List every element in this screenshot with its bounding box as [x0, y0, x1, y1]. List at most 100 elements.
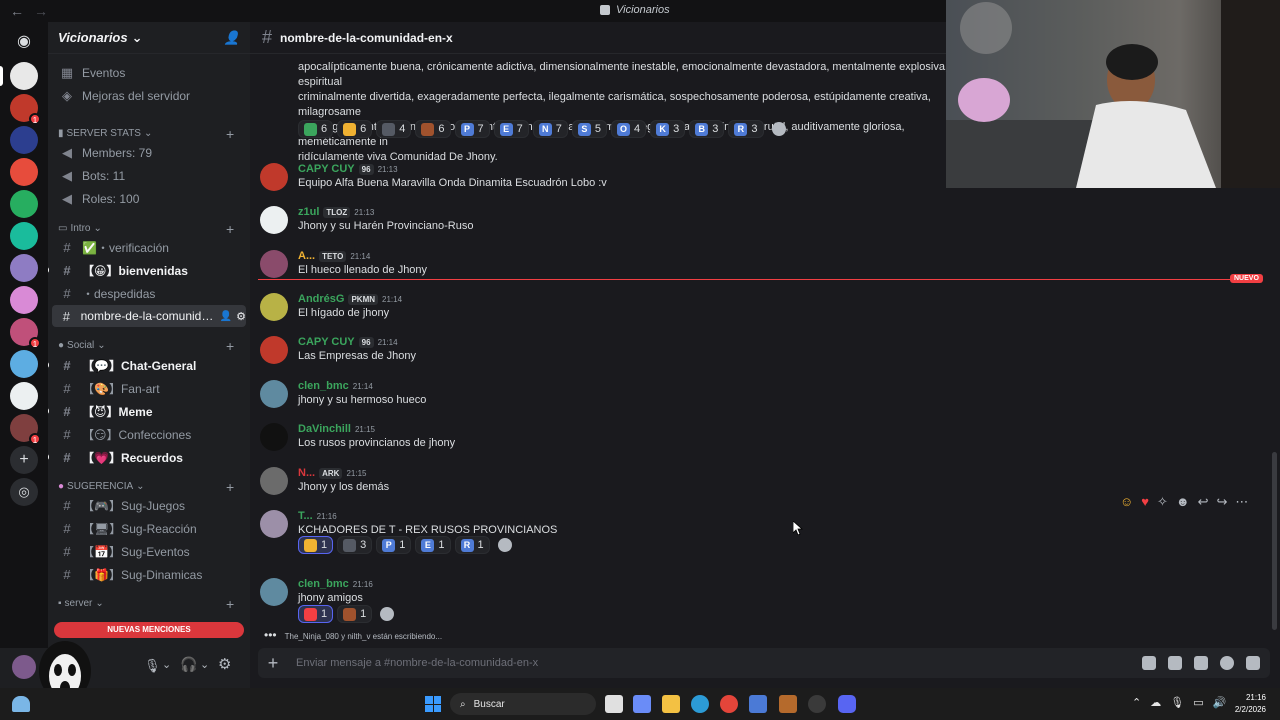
store-icon[interactable] [749, 695, 767, 713]
apps-icon[interactable] [1246, 656, 1260, 670]
custom-emoji-icon[interactable]: ✧ [1157, 494, 1168, 510]
user-avatar[interactable] [260, 578, 288, 606]
username[interactable]: A... [298, 250, 315, 262]
chevron-down-icon[interactable]: ⌄ [162, 658, 171, 671]
add-member-icon[interactable]: 👤 [224, 30, 240, 46]
gift-icon[interactable] [1142, 656, 1156, 670]
message-input[interactable] [296, 657, 1142, 669]
reaction-chip[interactable]: R1 [454, 536, 490, 554]
guild-icon[interactable] [10, 382, 38, 410]
channel-bienvenidas[interactable]: # 【😀】bienvenidas [52, 259, 246, 281]
gif-icon[interactable] [1168, 656, 1182, 670]
username[interactable]: clen_bmc [298, 578, 349, 590]
chevron-down-icon[interactable]: ⌄ [200, 658, 209, 671]
guild-icon[interactable] [10, 222, 38, 250]
game-app-icon[interactable] [779, 695, 797, 713]
add-channel-icon[interactable]: + [226, 596, 234, 612]
message[interactable]: z1ul TLOZ 21:13 Jhony y su Harén Provincian… [250, 206, 1270, 242]
reaction-chip[interactable]: 1 [337, 605, 373, 623]
stat-roles[interactable]: ◀ Roles: 100 [52, 188, 246, 210]
invite-icon[interactable]: 👤 [220, 311, 232, 322]
channel-sug-dinamicas[interactable]: # 【🎁】Sug-Dinamicas [52, 563, 246, 585]
username[interactable]: z1ul [298, 206, 319, 218]
file-explorer-icon[interactable] [662, 695, 680, 713]
channel-despedidas[interactable]: # ・despedidas [52, 282, 246, 304]
add-server-icon[interactable]: + [10, 446, 38, 474]
chat-scrollbar[interactable] [1272, 452, 1277, 630]
username[interactable]: DaVinchill [298, 423, 351, 435]
gear-icon[interactable]: ⚙ [236, 310, 246, 323]
add-channel-icon[interactable]: + [226, 338, 234, 354]
reaction-chip[interactable]: 3 [337, 536, 373, 554]
clock[interactable]: 21:16 2/2/2026 [1235, 692, 1266, 716]
guild-icon[interactable]: 1 [10, 318, 41, 349]
weather-icon[interactable] [12, 696, 30, 712]
guild-icon[interactable] [10, 254, 38, 282]
taskbar-search[interactable]: ⌕ Buscar [450, 693, 596, 715]
reaction-chip[interactable]: 1 [298, 605, 334, 623]
reaction-chip[interactable]: 1 [298, 536, 334, 554]
task-view-icon[interactable] [605, 695, 623, 713]
stat-bots[interactable]: ◀ Bots: 11 [52, 165, 246, 187]
user-avatar[interactable] [260, 423, 288, 451]
guild-icon[interactable] [10, 350, 38, 378]
category-intro[interactable]: ▭ Intro ⌄ + [58, 221, 234, 237]
boosts-item[interactable]: ◈ Mejoras del servidor [52, 85, 246, 107]
guild-tag-badge[interactable]: TETO [319, 250, 347, 262]
reaction-chip[interactable]: 6 [415, 120, 451, 138]
channel-fan-art[interactable]: # 【🎨】Fan-art [52, 377, 246, 399]
category-social[interactable]: ● Social ⌄ + [58, 338, 234, 354]
more-icon[interactable]: ⋯ [1235, 494, 1248, 510]
explore-icon[interactable]: ◎ [10, 478, 38, 506]
username[interactable]: N... [298, 467, 315, 479]
chrome-icon[interactable] [720, 695, 738, 713]
copilot-icon[interactable] [633, 695, 651, 713]
channel-sug-reaccion[interactable]: # 【🖥】Sug-Reacción [52, 517, 246, 539]
microphone-icon[interactable]: 🎙 [144, 658, 161, 674]
tray-chevron-icon[interactable]: ⌃ [1132, 696, 1141, 709]
username[interactable]: CAPY CUY [298, 163, 355, 175]
guild-tag-badge[interactable]: 96 [358, 336, 374, 348]
gear-icon[interactable]: ⚙ [218, 655, 231, 673]
guild-icon[interactable] [10, 62, 38, 90]
cloud-icon[interactable]: ☁ [1150, 696, 1161, 709]
reaction-chip[interactable]: B3 [689, 120, 725, 138]
add-reaction-icon[interactable]: ☻ [1176, 494, 1190, 510]
guild-icon[interactable]: 1 [10, 414, 41, 445]
add-channel-icon[interactable]: + [226, 479, 234, 495]
forward-icon[interactable]: ↪ [1217, 494, 1228, 510]
message[interactable]: DaVinchill 21:15 Los rusos provincianos de… [250, 423, 1270, 459]
user-avatar[interactable] [260, 250, 288, 278]
channel-meme[interactable]: # 【😈】Meme [52, 400, 246, 422]
reaction-chip[interactable]: 4 [376, 120, 412, 138]
add-reaction-icon[interactable] [497, 538, 512, 552]
category-server[interactable]: ▪ server ⌄ + [58, 596, 234, 612]
guild-tag-badge[interactable]: PKMN [348, 293, 379, 305]
message[interactable]: A... TETO 21:14 El hueco llenado de Jhony [250, 250, 1270, 286]
discord-taskbar-icon[interactable] [838, 695, 856, 713]
mic-icon[interactable]: 🎙 [1170, 696, 1184, 709]
add-channel-icon[interactable]: + [226, 126, 234, 142]
reaction-chip[interactable]: P7 [454, 120, 490, 138]
guild-tag-badge[interactable]: ARK [319, 467, 343, 479]
add-reaction-icon[interactable] [771, 122, 786, 136]
guild-icon[interactable] [10, 286, 38, 314]
add-reaction-icon[interactable] [380, 607, 395, 621]
reaction-chip[interactable]: O4 [611, 120, 647, 138]
reaction-chip[interactable]: 6 [337, 120, 373, 138]
reaction-chip[interactable]: P1 [376, 536, 412, 554]
channel-recuerdos[interactable]: # 【💗】Recuerdos [52, 446, 246, 468]
user-avatar[interactable] [260, 467, 288, 495]
user-avatar[interactable] [260, 336, 288, 364]
headphones-icon[interactable]: 🎧 [180, 656, 197, 673]
reaction-chip[interactable]: 6 [298, 120, 334, 138]
obs-icon[interactable] [808, 695, 826, 713]
forward-arrow-icon[interactable]: → [34, 3, 48, 19]
sticker-icon[interactable] [1194, 656, 1208, 670]
guild-icon[interactable] [10, 126, 38, 154]
discord-home-icon[interactable]: ◉ [10, 28, 38, 56]
edge-icon[interactable] [691, 695, 709, 713]
monitor-icon[interactable]: ▭ [1193, 696, 1203, 709]
username[interactable]: clen_bmc [298, 380, 349, 392]
username[interactable]: T... [298, 510, 313, 522]
